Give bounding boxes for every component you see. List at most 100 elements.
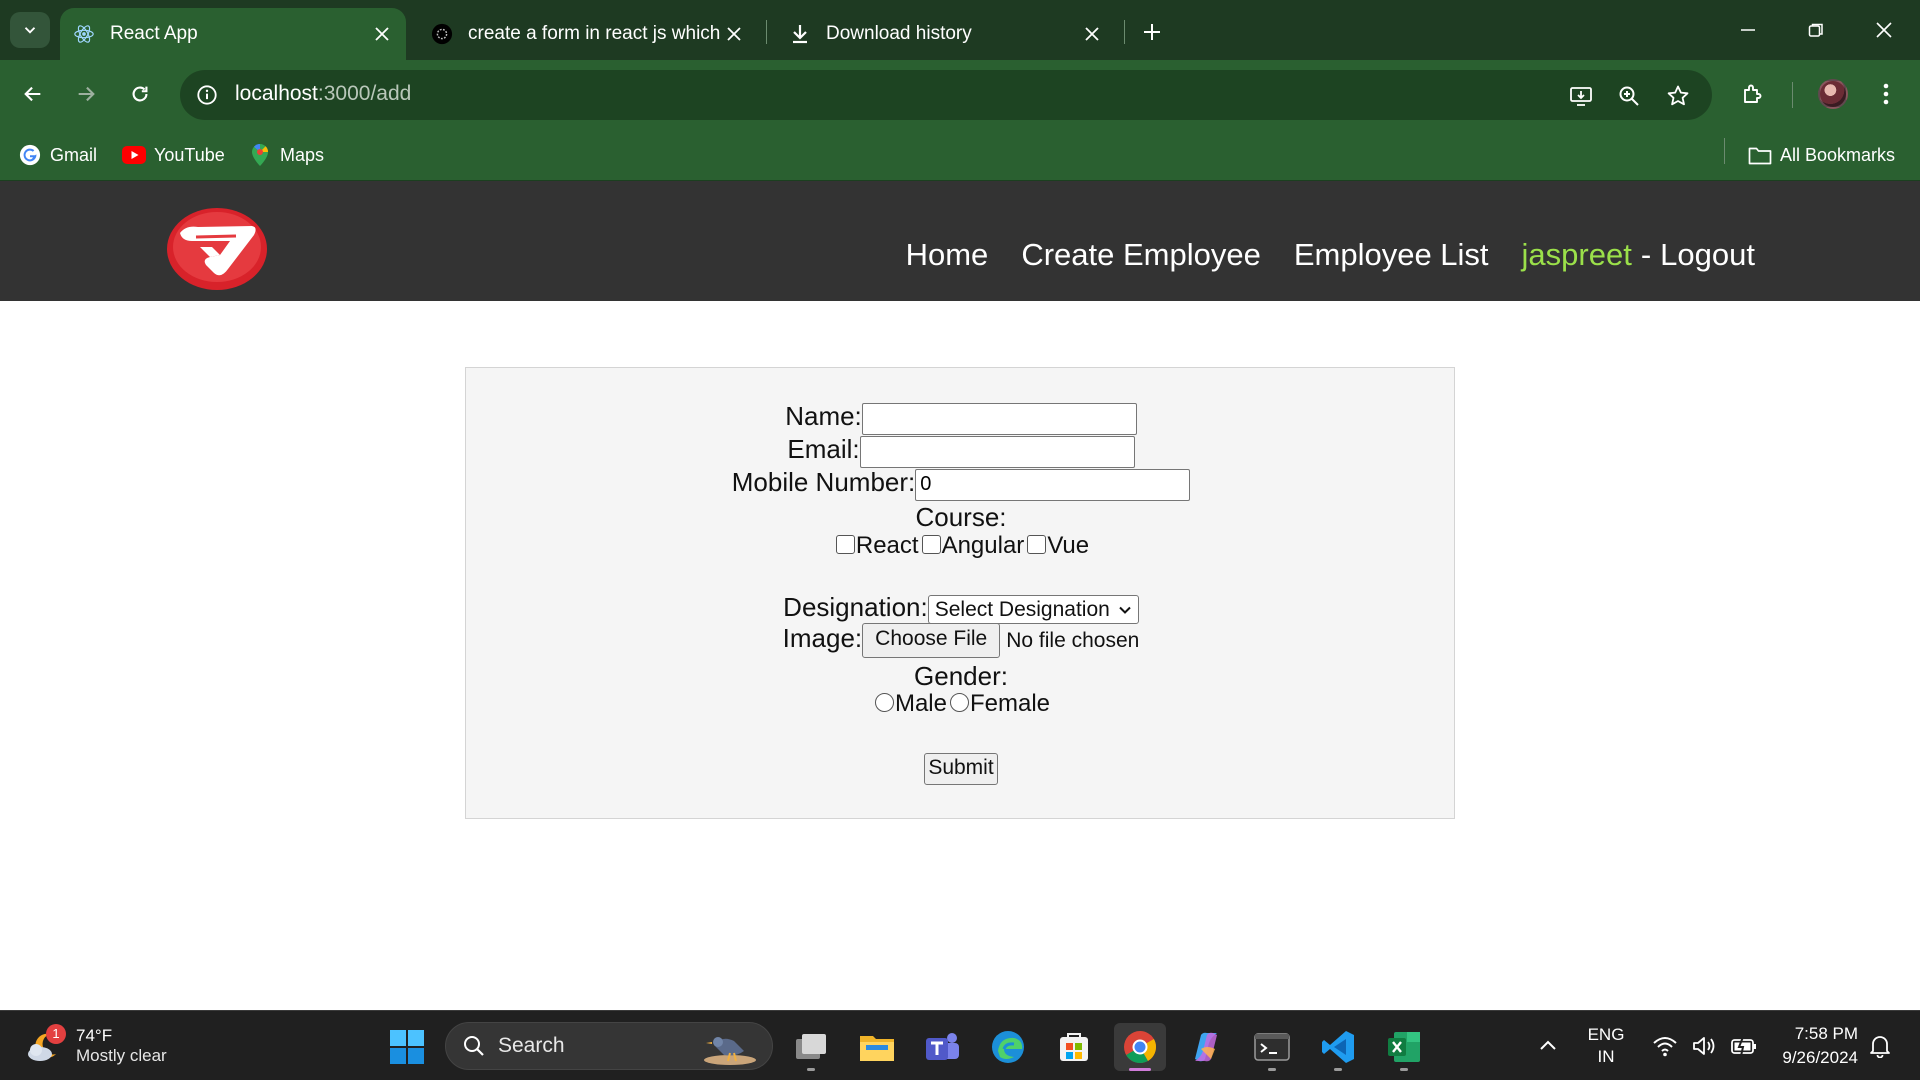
taskbar-search[interactable]: Search <box>445 1022 773 1070</box>
vscode-button[interactable] <box>1312 1023 1364 1071</box>
system-tray-icons[interactable] <box>1645 1021 1765 1071</box>
close-icon[interactable] <box>720 20 748 48</box>
chevron-down-icon <box>24 27 36 34</box>
gender-male-radio[interactable] <box>874 693 894 713</box>
weather-widget[interactable]: 1 74°F Mostly clear <box>24 1021 167 1071</box>
store-icon <box>1060 1033 1088 1061</box>
bookmarks-bar: Gmail YouTube Maps All Bookmarks <box>0 129 1920 181</box>
teams-button[interactable] <box>916 1023 968 1071</box>
tab-search-button[interactable] <box>10 12 50 48</box>
site-info-icon[interactable] <box>194 82 220 108</box>
extensions-button[interactable] <box>1733 74 1773 114</box>
url-text[interactable]: localhost:3000/add <box>235 82 411 106</box>
bookmark-maps[interactable]: Maps <box>248 141 324 169</box>
minimize-button[interactable] <box>1728 10 1768 50</box>
arrow-right-icon <box>78 86 95 102</box>
designation-select[interactable]: Select Designation <box>927 595 1139 625</box>
chrome-icon <box>1124 1031 1157 1064</box>
employee-form: Name: Email: Mobile Number: Course: Reac… <box>465 367 1455 819</box>
zoom-icon[interactable] <box>1613 80 1645 112</box>
bookmark-youtube[interactable]: YouTube <box>122 141 225 169</box>
bookmark-star-icon[interactable] <box>1662 80 1694 112</box>
designation-selected: Select Designation <box>934 597 1110 621</box>
avatar <box>1818 79 1848 109</box>
nav-create-employee-link[interactable]: Create Employee <box>1021 237 1261 273</box>
lang-code: ENG <box>1587 1025 1625 1044</box>
reload-icon <box>132 86 148 102</box>
minimize-icon <box>1741 29 1755 31</box>
restore-button[interactable] <box>1796 10 1836 50</box>
weather-text: 74°F Mostly clear <box>76 1026 167 1066</box>
search-label: Search <box>498 1034 565 1057</box>
course-angular-checkbox[interactable] <box>921 535 941 555</box>
install-app-icon[interactable] <box>1565 80 1597 112</box>
folder-icon <box>860 1036 894 1061</box>
menu-button[interactable] <box>1866 74 1906 114</box>
toolbar-separator <box>1792 82 1793 108</box>
close-icon[interactable] <box>368 20 396 48</box>
gender-female-radio[interactable] <box>950 693 969 713</box>
nav-employee-list-link[interactable]: Employee List <box>1294 237 1489 273</box>
all-bookmarks[interactable]: All Bookmarks <box>1748 141 1895 169</box>
browser-toolbar: localhost:3000/add <box>0 60 1920 129</box>
url-host: localhost <box>235 82 318 105</box>
name-label: Name: <box>785 401 862 431</box>
course-label: Course: <box>915 502 1007 532</box>
close-icon[interactable] <box>1078 20 1106 48</box>
choose-file-button[interactable]: Choose File <box>862 623 1001 659</box>
weather-moon-cloud-icon: 1 <box>24 1024 66 1066</box>
nav-logout-link[interactable]: Logout <box>1660 237 1755 273</box>
start-button[interactable] <box>381 1023 433 1071</box>
browser-tab-bar: React App create a form in react js whic… <box>0 0 1920 60</box>
volume-icon <box>1693 1037 1715 1055</box>
course-row: Course: <box>466 502 1456 533</box>
tab-chatgpt[interactable]: create a form in react js which i <box>418 8 758 60</box>
show-hidden-icons-button[interactable] <box>1532 1021 1564 1071</box>
vscode-icon <box>1322 1031 1354 1063</box>
address-bar[interactable]: localhost:3000/add <box>180 70 1712 120</box>
notifications-button[interactable] <box>1862 1021 1898 1071</box>
terminal-icon <box>1254 1033 1290 1061</box>
app-logo[interactable] <box>166 207 268 291</box>
input-language[interactable]: ENG IN <box>1576 1021 1636 1071</box>
windows-icon <box>390 1030 424 1064</box>
edge-button[interactable] <box>982 1023 1034 1071</box>
tab-react-app[interactable]: React App <box>60 8 406 60</box>
terminal-button[interactable] <box>1246 1023 1298 1071</box>
mobile-input[interactable] <box>915 468 1191 501</box>
chevron-up-icon <box>1540 1040 1556 1050</box>
store-button[interactable] <box>1048 1023 1100 1071</box>
back-button[interactable] <box>13 74 53 114</box>
excel-button[interactable] <box>1378 1023 1430 1071</box>
forward-button[interactable] <box>66 74 106 114</box>
nav-home-link[interactable]: Home <box>906 237 989 273</box>
bookmark-gmail[interactable]: Gmail <box>18 141 97 169</box>
tab-download-history[interactable]: Download history <box>776 8 1116 60</box>
email-input[interactable] <box>859 435 1135 468</box>
close-window-button[interactable] <box>1864 10 1904 50</box>
submit-button[interactable]: Submit <box>924 753 998 785</box>
file-status: No file chosen <box>1006 628 1140 652</box>
copilot-button[interactable] <box>1180 1023 1232 1071</box>
file-explorer-button[interactable] <box>851 1023 903 1071</box>
course-react-checkbox[interactable] <box>835 535 855 555</box>
clock-time: 7:58 PM <box>1794 1024 1858 1043</box>
course-options: React Angular Vue <box>466 532 1456 560</box>
tab-separator <box>1124 20 1125 44</box>
course-vue-checkbox[interactable] <box>1027 535 1047 555</box>
close-icon <box>1876 22 1892 38</box>
new-tab-button[interactable] <box>1134 14 1170 50</box>
edge-icon <box>992 1031 1024 1063</box>
email-row: Email: <box>466 434 1456 468</box>
task-view-button[interactable] <box>785 1023 837 1071</box>
reload-button[interactable] <box>120 74 160 114</box>
tab-title: Download history <box>826 23 972 44</box>
profile-button[interactable] <box>1813 74 1853 114</box>
gender-female-label: Female <box>970 690 1051 717</box>
clock[interactable]: 7:58 PM 9/26/2024 <box>1762 1021 1858 1071</box>
excel-icon <box>1388 1032 1420 1062</box>
chrome-button[interactable] <box>1114 1023 1166 1071</box>
course-angular-label: Angular <box>941 532 1025 559</box>
lang-region: IN <box>1597 1047 1615 1066</box>
name-input[interactable] <box>861 402 1137 435</box>
